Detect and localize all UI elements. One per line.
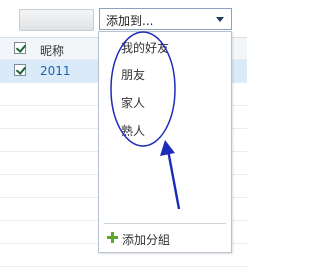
- chevron-down-icon[interactable]: [216, 17, 224, 22]
- toolbar-button[interactable]: [19, 9, 94, 31]
- row-checkbox[interactable]: [14, 64, 26, 76]
- plus-icon: [107, 232, 118, 243]
- add-group-label: 添加分組: [122, 233, 171, 247]
- menu-item-my-friends[interactable]: 我的好友: [121, 39, 169, 56]
- dropdown-label: 添加到...: [106, 14, 154, 28]
- group-dropdown-menu: 我的好友 朋友 家人 熟人 添加分組: [98, 31, 232, 253]
- nickname-column-header[interactable]: 昵称: [40, 42, 64, 59]
- menu-item-acquaintances[interactable]: 熟人: [121, 122, 145, 139]
- add-to-dropdown[interactable]: 添加到...: [99, 8, 232, 30]
- menu-item-friends[interactable]: 朋友: [121, 66, 145, 83]
- select-all-checkbox[interactable]: [14, 42, 26, 54]
- menu-item-family[interactable]: 家人: [121, 94, 145, 111]
- menu-divider: [104, 223, 226, 224]
- nickname-cell[interactable]: 2011: [40, 64, 71, 78]
